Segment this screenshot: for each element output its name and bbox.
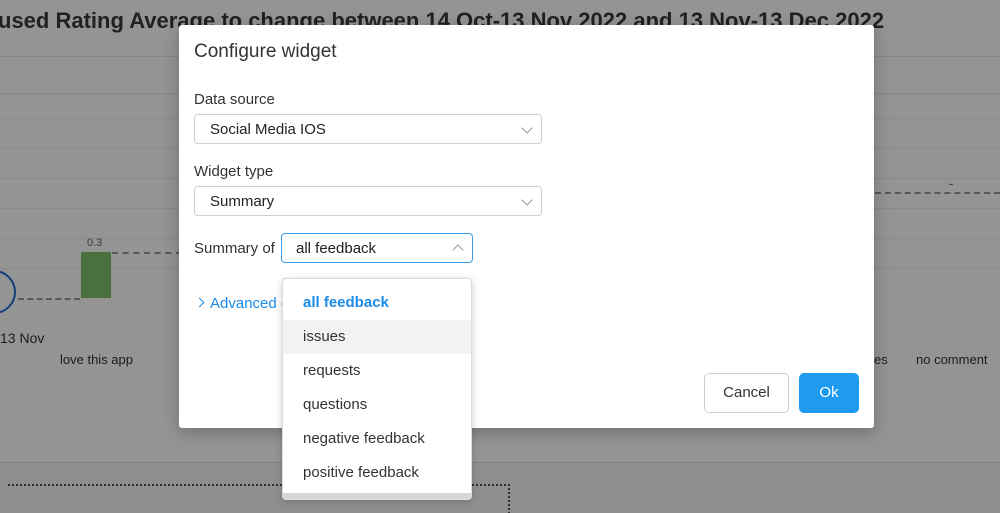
chevron-down-icon xyxy=(521,194,533,206)
data-source-select[interactable]: Social Media IOS xyxy=(194,114,542,144)
cancel-button[interactable]: Cancel xyxy=(704,373,789,413)
data-source-value: Social Media IOS xyxy=(210,121,326,138)
dropdown-option-questions[interactable]: questions xyxy=(283,388,471,422)
summary-of-dropdown-menu: all feedback issues requests questions n… xyxy=(282,278,472,500)
dropdown-option-all-feedback[interactable]: all feedback xyxy=(283,286,471,320)
advanced-options-toggle[interactable]: Advanced o xyxy=(194,295,290,312)
chevron-up-icon xyxy=(452,244,464,256)
ok-button[interactable]: Ok xyxy=(799,373,859,413)
dialog-title: Configure widget xyxy=(194,41,337,62)
dropdown-option-requests[interactable]: requests xyxy=(283,354,471,388)
dropdown-option-positive-feedback[interactable]: positive feedback xyxy=(283,456,471,490)
summary-of-value: all feedback xyxy=(296,240,377,257)
dropdown-option-negative-feedback[interactable]: negative feedback xyxy=(283,422,471,456)
advanced-options-label: Advanced o xyxy=(210,295,290,312)
widget-type-value: Summary xyxy=(210,193,275,210)
summary-of-select[interactable]: all feedback xyxy=(281,233,473,263)
dropdown-scrollbar[interactable] xyxy=(283,493,471,499)
dropdown-option-issues[interactable]: issues xyxy=(283,320,471,354)
chevron-right-icon xyxy=(194,297,205,308)
widget-type-label: Widget type xyxy=(194,163,274,180)
chevron-down-icon xyxy=(521,122,533,134)
summary-of-label: Summary of xyxy=(194,240,275,257)
widget-type-select[interactable]: Summary xyxy=(194,186,542,216)
data-source-label: Data source xyxy=(194,91,275,108)
